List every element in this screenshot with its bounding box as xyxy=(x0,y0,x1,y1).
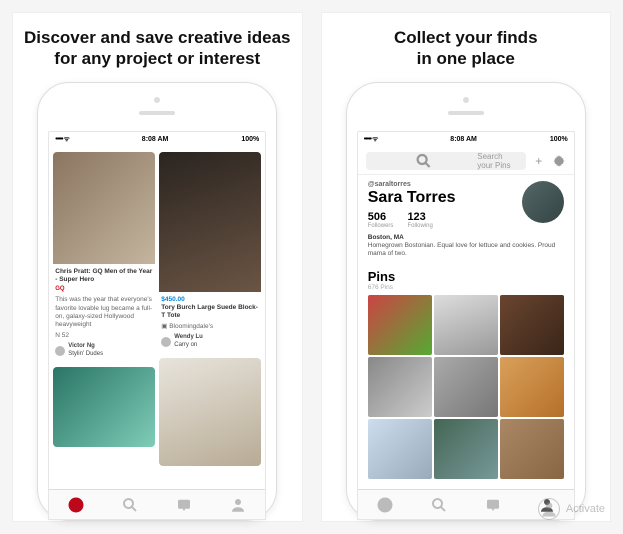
activate-watermark: Activate xyxy=(538,498,605,520)
stat-following[interactable]: 123 Following xyxy=(407,211,432,229)
profile-bio: Boston, MA Homegrown Bostonian. Equal lo… xyxy=(368,234,564,259)
section-count: 676 Pins xyxy=(368,284,564,291)
pinterest-icon xyxy=(67,496,85,514)
pin-thumbnail[interactable] xyxy=(500,357,564,417)
pin-thumbnail[interactable] xyxy=(434,419,498,479)
pin-thumbnail[interactable] xyxy=(500,419,564,479)
profile-avatar[interactable] xyxy=(522,181,564,223)
battery: 100% xyxy=(550,136,568,143)
pin-title: Tory Burch Large Suede Block-T Tote xyxy=(161,304,259,321)
pin-title: Chris Pratt: GQ Men of the Year - Super … xyxy=(55,268,153,285)
promo-panel-discover: Discover and save creative ideas for any… xyxy=(12,12,303,522)
phone-mockup: ••••• ᯤ 8:08 AM 100% Chris Pratt: GQ Men… xyxy=(37,82,277,522)
pin-price: $450.00 xyxy=(161,296,259,304)
person-icon xyxy=(229,496,247,514)
pinterest-icon xyxy=(376,496,394,514)
clock: 8:08 AM xyxy=(450,136,477,143)
pin-description: This was the year that everyone's favori… xyxy=(55,296,153,330)
plus-icon: + xyxy=(535,154,542,168)
settings-button[interactable] xyxy=(552,154,566,168)
headline: Discover and save creative ideas for any… xyxy=(24,27,291,70)
section-title: Pins xyxy=(368,269,564,284)
search-icon xyxy=(430,496,448,514)
search-icon xyxy=(372,152,475,170)
tab-home[interactable] xyxy=(376,496,394,514)
avatar xyxy=(161,337,171,347)
signal-icon: ••••• ᯤ xyxy=(55,135,69,144)
tab-search[interactable] xyxy=(121,496,139,514)
battery: 100% xyxy=(241,136,259,143)
pin-source-tag: GQ xyxy=(55,286,153,294)
tab-notifications[interactable] xyxy=(484,496,502,514)
tab-notifications[interactable] xyxy=(175,496,193,514)
tab-bar xyxy=(49,489,265,519)
pin-thumbnail[interactable] xyxy=(368,357,432,417)
pin-thumbnail[interactable] xyxy=(434,295,498,355)
pin-thumbnail[interactable] xyxy=(434,357,498,417)
chat-icon xyxy=(484,496,502,514)
pin-thumbnail[interactable] xyxy=(368,419,432,479)
pin-thumbnail[interactable] xyxy=(500,295,564,355)
pin-card[interactable]: Chris Pratt: GQ Men of the Year - Super … xyxy=(53,152,155,363)
pin-image xyxy=(53,152,155,264)
status-bar: ••••• ᯤ 8:08 AM 100% xyxy=(49,132,265,148)
pin-card[interactable] xyxy=(159,358,261,466)
pin-thumbnail[interactable] xyxy=(368,295,432,355)
tab-search[interactable] xyxy=(430,496,448,514)
gear-icon xyxy=(552,154,566,168)
stat-followers[interactable]: 506 Followers xyxy=(368,211,394,229)
clock: 8:08 AM xyxy=(142,136,169,143)
search-input[interactable]: Search your Pins xyxy=(366,152,526,170)
tab-home[interactable] xyxy=(67,496,85,514)
headline: Collect your finds in one place xyxy=(394,27,538,70)
pin-likes: N 52 xyxy=(55,332,153,340)
profile-pins-grid xyxy=(368,295,564,479)
profile-handle: @saraltorres xyxy=(368,181,514,188)
pin-store: ▣ Bloomingdale's xyxy=(161,323,259,331)
pin-card[interactable]: $450.00 Tory Burch Large Suede Block-T T… xyxy=(159,152,261,354)
chat-icon xyxy=(175,496,193,514)
avatar xyxy=(55,346,65,356)
phone-mockup: ••••• ᯤ 8:08 AM 100% Search your Pins + xyxy=(346,82,586,522)
promo-panel-collect: Collect your finds in one place ••••• ᯤ … xyxy=(321,12,612,522)
pin-feed[interactable]: Chris Pratt: GQ Men of the Year - Super … xyxy=(49,148,265,470)
person-icon xyxy=(539,499,559,519)
search-icon xyxy=(121,496,139,514)
status-bar: ••••• ᯤ 8:08 AM 100% xyxy=(358,132,574,148)
pin-image xyxy=(159,152,261,292)
tab-profile[interactable] xyxy=(229,496,247,514)
add-button[interactable]: + xyxy=(532,154,546,168)
profile-name: Sara Torres xyxy=(368,189,514,207)
pin-image xyxy=(159,358,261,466)
signal-icon: ••••• ᯤ xyxy=(364,135,378,144)
pin-image xyxy=(53,367,155,447)
pin-card[interactable] xyxy=(53,367,155,447)
